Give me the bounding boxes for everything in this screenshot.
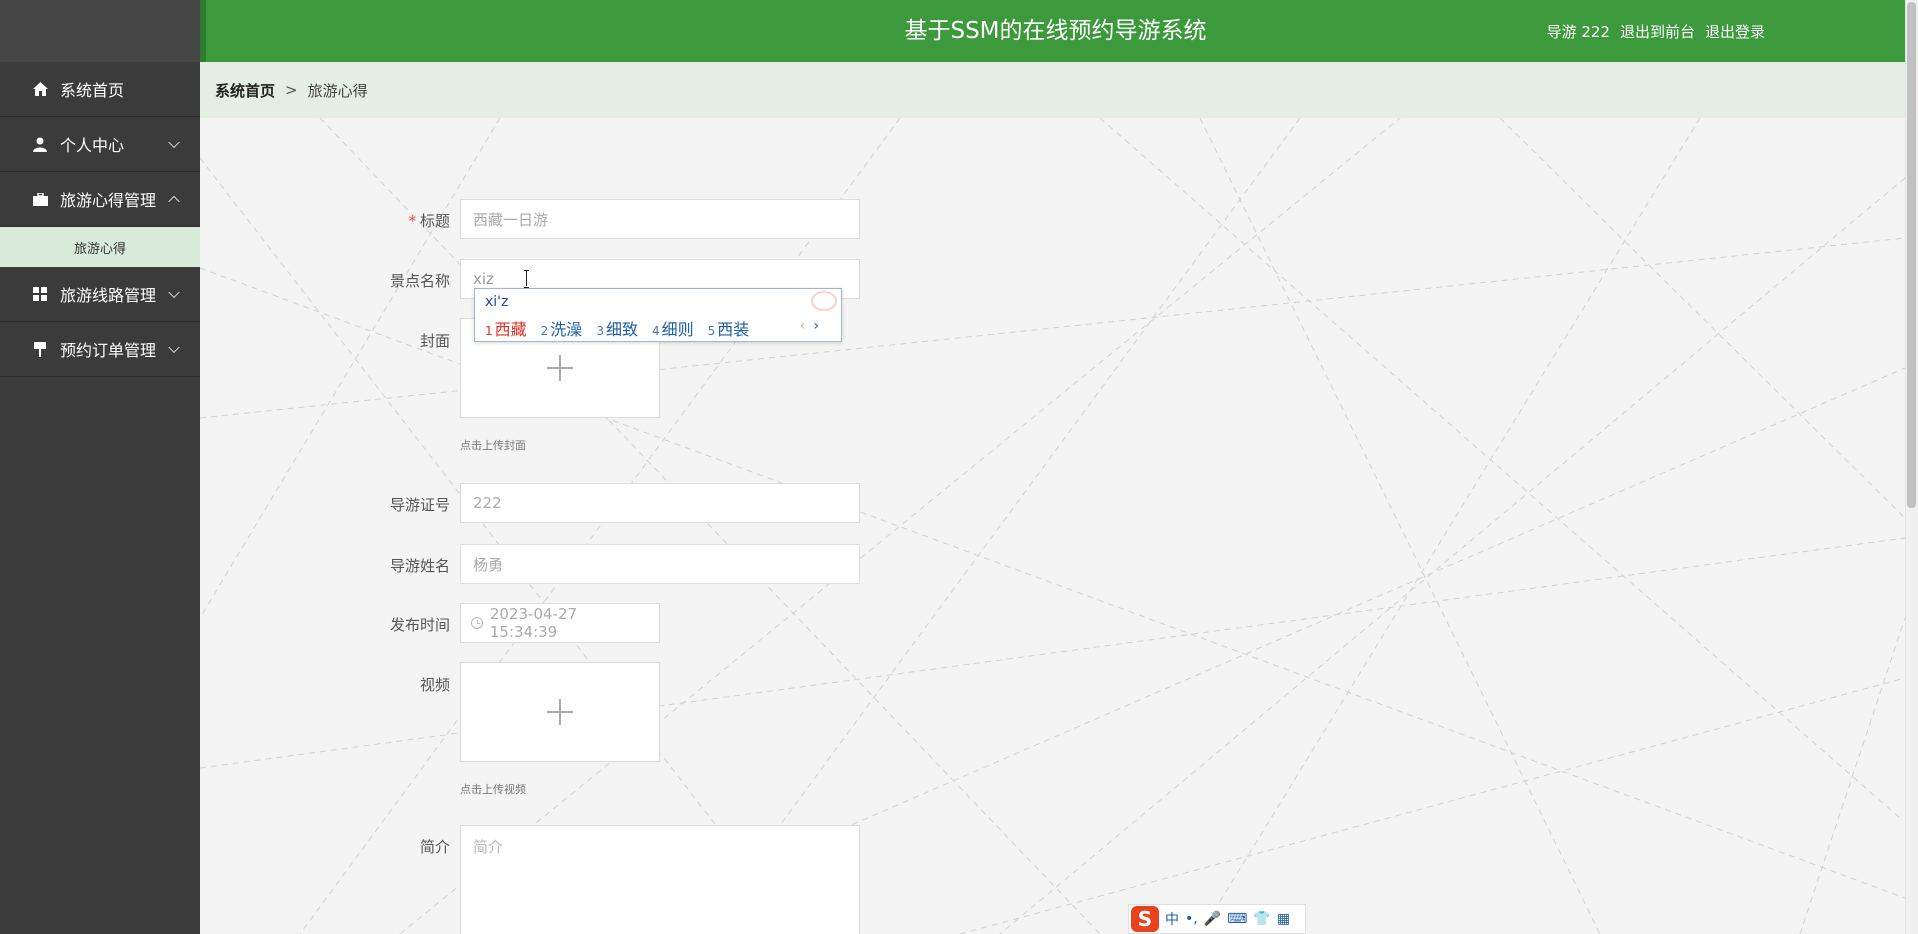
ime-candidate-text: 细则 <box>661 320 694 339</box>
title-input[interactable]: 西藏一日游 <box>460 199 860 239</box>
punctuation-icon[interactable]: •, <box>1185 911 1198 927</box>
cover-upload-hint: 点击上传封面 <box>460 439 526 452</box>
sidebar-item-personal-center[interactable]: 个人中心 <box>0 117 200 172</box>
sidebar-item-home[interactable]: 系统首页 <box>0 62 200 117</box>
briefcase-icon <box>32 191 48 207</box>
microphone-icon[interactable]: 🎤 <box>1204 911 1221 927</box>
logout-link[interactable]: 退出登录 <box>1705 21 1765 42</box>
clock-icon <box>471 617 483 629</box>
sidebar-item-order-management[interactable]: 预约订单管理 <box>0 322 200 377</box>
ime-candidate-text: 西藏 <box>494 320 527 339</box>
chevron-down-icon <box>168 136 180 149</box>
sidebar: 系统首页 个人中心 旅游心得管理 旅游心得 旅游线路管理 预约订单管理 <box>0 0 200 934</box>
ime-candidate-number: 4 <box>651 324 660 338</box>
sidebar-item-label: 预约订单管理 <box>60 341 157 360</box>
ime-candidate-list: 1 西藏 2 洗澡 3 细致 4 细则 5 西装 <box>485 316 749 340</box>
publish-time-label: 发布时间 <box>389 616 450 634</box>
sidebar-item-label: 系统首页 <box>60 81 125 100</box>
pin-icon <box>32 341 48 357</box>
top-header: 基于SSM的在线预约导游系统 导游 222 退出到前台 退出登录 <box>200 0 1905 62</box>
ime-candidate-number: 2 <box>540 324 549 338</box>
guide-id-input[interactable]: 222 <box>460 483 860 523</box>
background-pattern <box>200 118 1905 934</box>
cover-label: 封面 <box>419 332 450 350</box>
sidebar-item-travel-notes-management[interactable]: 旅游心得管理 <box>0 172 200 227</box>
ime-prev-page-icon[interactable]: ‹ <box>800 318 806 334</box>
ime-candidate-text: 西装 <box>717 320 750 339</box>
ime-toolbar: S 中 •, 🎤 ⌨ 👕 ▦ <box>1128 904 1306 934</box>
video-label: 视频 <box>419 676 450 694</box>
keyboard-icon[interactable]: ⌨ <box>1227 911 1247 927</box>
ime-candidate[interactable]: 4 细则 <box>652 316 694 340</box>
required-mark: * <box>408 212 416 230</box>
sidebar-subitem-label: 旅游心得 <box>73 241 126 257</box>
exit-to-frontend-link[interactable]: 退出到前台 <box>1620 21 1695 42</box>
chevron-down-icon <box>168 286 180 299</box>
scrollbar-thumb[interactable] <box>1907 2 1916 508</box>
ime-candidate[interactable]: 5 西装 <box>708 316 750 340</box>
title-placeholder: 西藏一日游 <box>473 210 549 229</box>
publish-time-input[interactable]: 2023-04-27 15:34:39 <box>460 603 660 643</box>
ime-candidate-number: 3 <box>596 324 604 338</box>
title-label: * 标题 <box>330 210 450 231</box>
intro-textarea[interactable]: 简介 <box>460 825 860 934</box>
chevron-down-icon <box>168 341 180 354</box>
ime-candidate-number: 5 <box>707 324 716 338</box>
home-icon <box>32 81 48 97</box>
breadcrumb-separator: > <box>285 81 298 99</box>
ime-candidate-text: 洗澡 <box>550 320 583 339</box>
intro-placeholder: 简介 <box>473 838 504 856</box>
breadcrumb-home[interactable]: 系统首页 <box>215 80 275 101</box>
sidebar-item-label: 旅游线路管理 <box>60 286 157 305</box>
breadcrumb: 系统首页 > 旅游心得 <box>200 62 1905 118</box>
sogou-logo-icon[interactable]: S <box>1131 906 1159 932</box>
guide-name-input[interactable]: 杨勇 <box>460 544 860 584</box>
video-upload-hint: 点击上传视频 <box>460 783 526 796</box>
title-label-text: 标题 <box>419 212 450 230</box>
toolbox-icon[interactable]: ▦ <box>1277 911 1290 927</box>
chevron-up-icon <box>168 195 180 208</box>
sidebar-subitem-travel-notes[interactable]: 旅游心得 <box>0 227 200 267</box>
text-cursor-icon <box>524 270 530 288</box>
guide-name-label: 导游姓名 <box>389 557 450 575</box>
ime-page-nav: ‹ › <box>800 318 819 334</box>
ime-composition: xi'z <box>485 294 509 310</box>
breadcrumb-current: 旅游心得 <box>307 81 368 100</box>
sidebar-header <box>0 0 200 62</box>
sidebar-item-label: 个人中心 <box>60 136 125 155</box>
header-user-area: 导游 222 退出到前台 退出登录 <box>1547 0 1765 62</box>
plus-icon <box>547 355 573 381</box>
ime-mode-toggle[interactable]: 中 <box>1165 909 1179 929</box>
user-icon <box>32 136 48 152</box>
ime-candidate-text: 细致 <box>605 320 638 339</box>
guide-id-label: 导游证号 <box>389 496 450 514</box>
video-upload[interactable] <box>460 662 660 762</box>
ime-candidate[interactable]: 1 西藏 <box>485 316 527 340</box>
ime-candidate-popup: xi'z 1 西藏 2 洗澡 3 细致 4 细则 5 西装 ‹ › <box>474 288 842 342</box>
guide-id-value: 222 <box>473 494 502 512</box>
grid-icon <box>32 286 48 302</box>
sidebar-item-route-management[interactable]: 旅游线路管理 <box>0 267 200 322</box>
page-scrollbar[interactable] <box>1905 0 1918 934</box>
spot-name-label: 景点名称 <box>389 272 450 290</box>
ime-candidate[interactable]: 3 细致 <box>596 316 638 340</box>
ime-candidate-number: 1 <box>485 324 493 338</box>
current-user: 导游 222 <box>1546 22 1610 41</box>
spot-name-value: xiz <box>473 270 494 288</box>
guide-name-value: 杨勇 <box>473 555 504 574</box>
ime-candidate[interactable]: 2 洗澡 <box>541 316 583 340</box>
sidebar-item-label: 旅游心得管理 <box>60 191 157 210</box>
skin-icon[interactable]: 👕 <box>1253 911 1270 927</box>
publish-time-value: 2023-04-27 15:34:39 <box>489 605 578 641</box>
ime-logo-icon <box>811 291 837 311</box>
ime-next-page-icon[interactable]: › <box>813 318 819 334</box>
intro-label: 简介 <box>419 838 450 856</box>
plus-icon <box>547 699 573 725</box>
